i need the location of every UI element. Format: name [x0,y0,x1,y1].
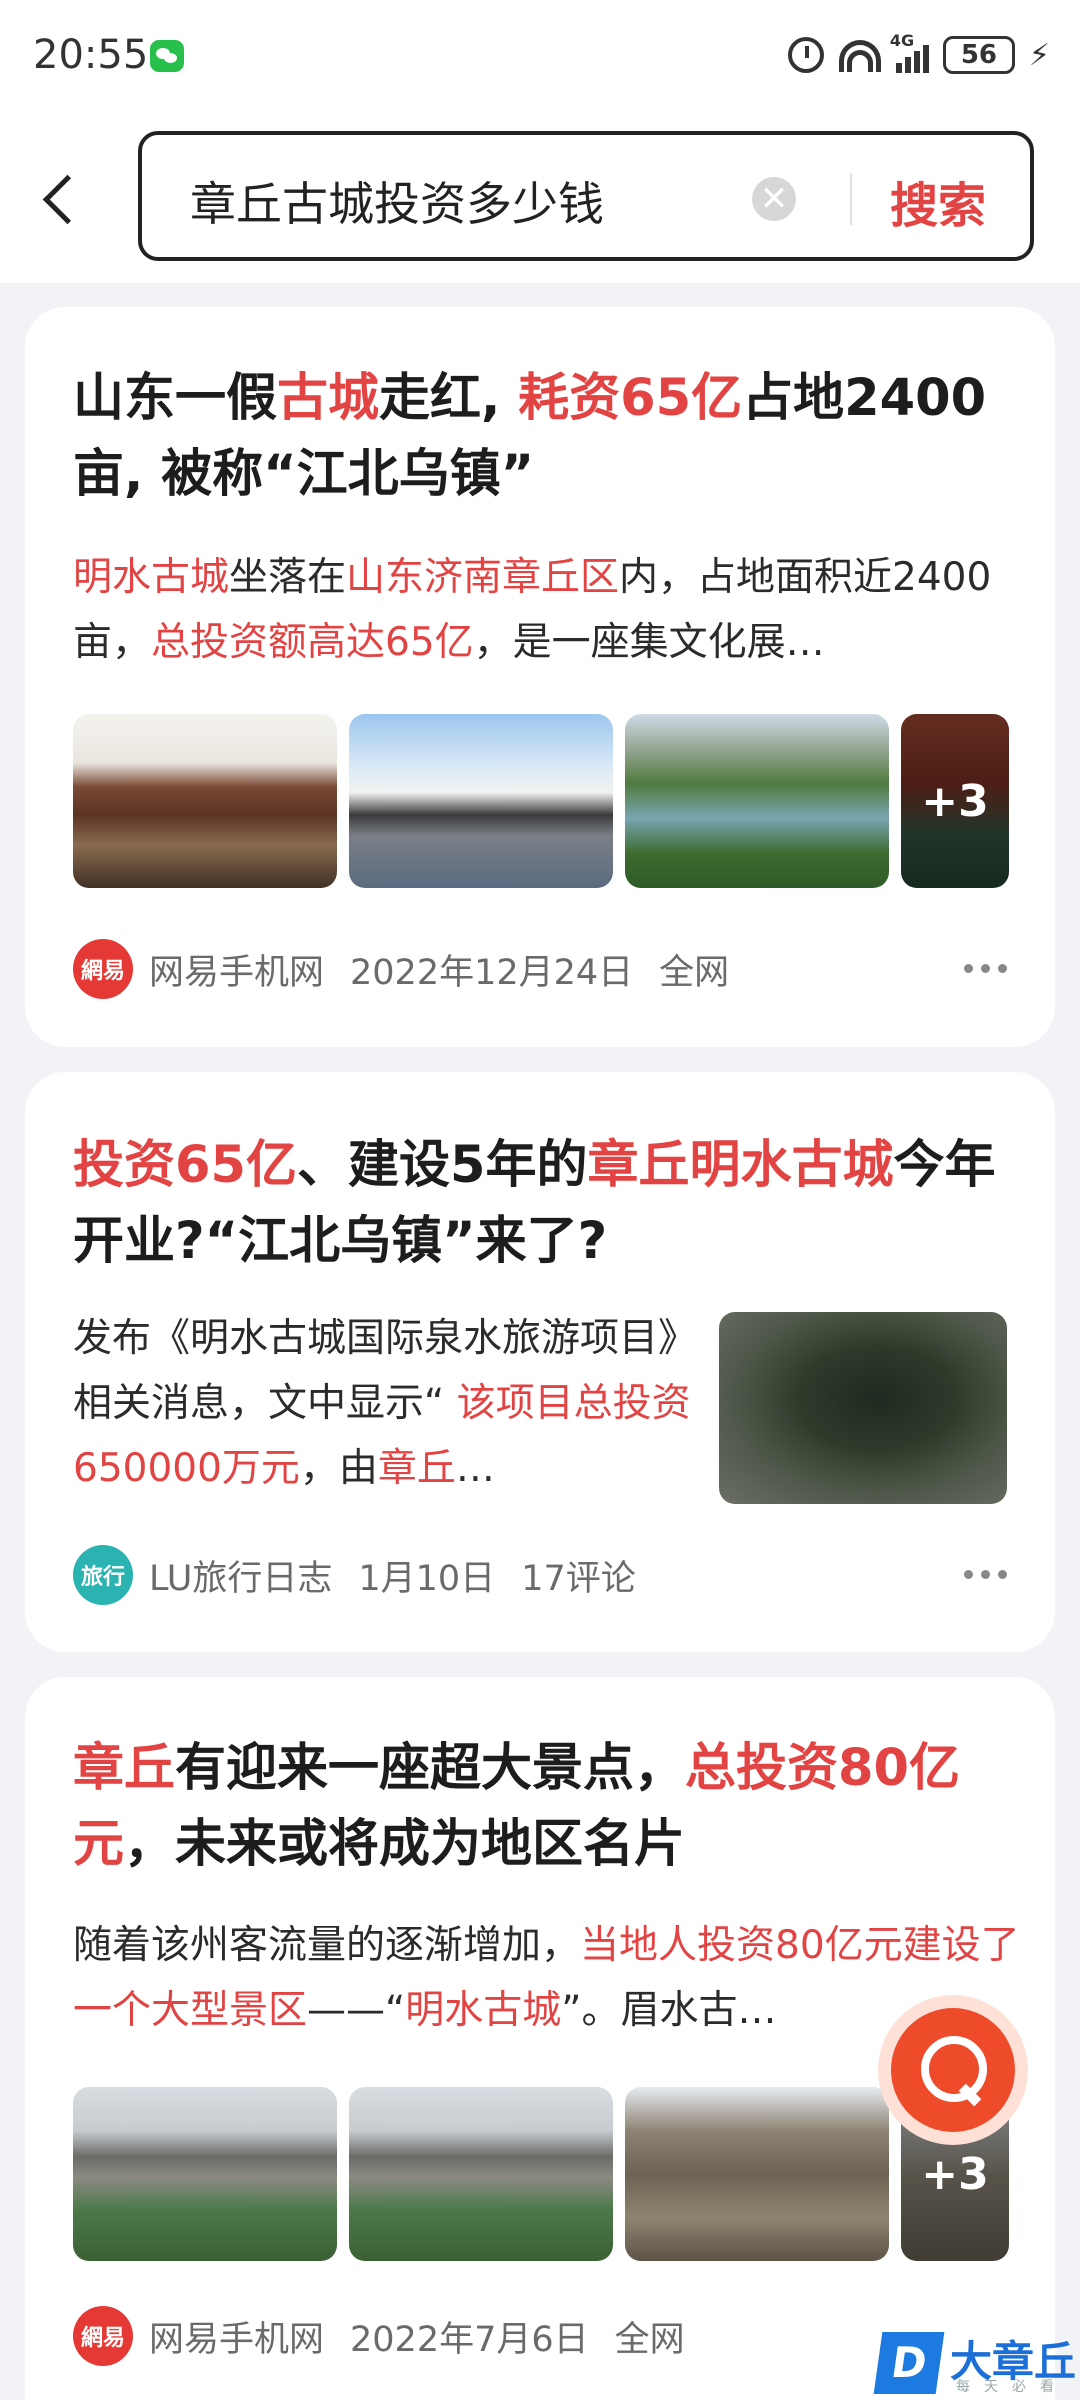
divider [850,173,852,225]
text-segment: ”。眉水古… [561,1988,777,2033]
scope-label: 全网 [659,952,730,993]
text-segment: ，是一座集文化展… [473,620,825,665]
thumbnail-aerial-lake[interactable] [625,714,889,888]
highlighted-term: 章丘 [73,1739,176,1798]
thumbnail-more[interactable]: +3 [901,714,1009,888]
search-header: 章丘古城投资多少钱 ✕ 搜索 [0,115,1080,283]
result-snippet: 发布《明水古城国际泉水旅游项目》相关消息，文中显示“ 该项目总投资650000万… [73,1306,693,1501]
publish-date: 1月10日 [358,1558,496,1599]
battery-level: 56 [942,36,1015,74]
wechat-notification-icon [150,40,184,72]
text-segment: 山东一假 [73,369,278,428]
thumbnail-city-wall[interactable] [73,2087,337,2261]
search-icon[interactable] [891,2008,1015,2132]
result-snippet: 明水古城坐落在山东济南章丘区内，占地面积近2400亩，总投资额高达65亿，是一座… [73,545,1023,675]
highlighted-term: 明水古城 [405,1988,562,2033]
result-meta: 網易 网易手机网 2022年7月6日 全网 [73,2306,685,2366]
highlighted-term: 投资65亿 [73,1136,297,1195]
highlighted-term: 章丘明水古城 [587,1136,894,1195]
source-logo: 網易 [73,939,133,999]
search-button[interactable]: 搜索 [890,166,986,236]
thumbnail-satellite[interactable] [719,1312,1007,1504]
image-strip[interactable]: +3 [73,714,1009,888]
more-options-icon[interactable] [964,964,1007,973]
source-name[interactable]: LU旅行日志 [149,1550,332,1601]
result-meta: 網易 网易手机网 2022年12月24日 全网 [73,939,729,999]
highlighted-term: 耗资65亿 [518,369,743,428]
text-segment: 随着该州客流量的逐渐增加， [73,1923,581,1968]
highlighted-term: 古城 [277,369,380,428]
status-icons: 4G 56 ⚡ [787,30,1050,80]
source-name[interactable]: 网易手机网 [149,2311,324,2362]
thumbnail-temple[interactable] [625,2087,889,2261]
result-title[interactable]: 山东一假古城走红, 耗资65亿占地2400亩, 被称“江北乌镇” [73,361,1023,513]
text-segment: 有迎来一座超大景点， [175,1739,686,1798]
thumbnail-waterfront[interactable] [349,714,613,888]
network-type: 4G [889,31,915,50]
text-segment: 、建设5年的 [296,1136,588,1195]
source-logo: 網易 [73,2306,133,2366]
highlighted-term: 山东济南章丘区 [346,555,620,600]
result-title[interactable]: 章丘有迎来一座超大景点，总投资80亿元，未来或将成为地区名片 [73,1731,1023,1883]
result-title[interactable]: 投资65亿、建设5年的章丘明水古城今年开业?“江北乌镇”来了? [73,1128,1023,1280]
watermark-mark: D [873,2332,945,2394]
comment-count: 17评论 [521,1558,636,1599]
scope-label: 全网 [614,2319,685,2360]
more-images-count[interactable]: +3 [901,714,1009,888]
text-segment: … [455,1446,495,1491]
text-segment: ——“ [307,1988,406,2033]
image-strip[interactable]: +3 [73,2087,1009,2261]
text-segment: ，未来或将成为地区名片 [124,1815,686,1874]
source-name[interactable]: 网易手机网 [149,944,324,995]
result-meta: 旅行 LU旅行日志 1月10日 17评论 [73,1545,636,1605]
watermark-logo: D 大章丘 每天必看 [873,2332,1080,2400]
clear-icon[interactable]: ✕ [752,177,796,221]
highlighted-term: 章丘 [377,1446,456,1491]
result-card[interactable]: 山东一假古城走红, 耗资65亿占地2400亩, 被称“江北乌镇” 明水古城坐落在… [25,307,1055,1047]
watermark-subtitle: 每天必看 [956,2379,1068,2395]
text-segment: ，由 [299,1446,378,1491]
result-card[interactable]: 投资65亿、建设5年的章丘明水古城今年开业?“江北乌镇”来了? 发布《明水古城国… [25,1072,1055,1652]
alarm-icon [787,37,824,73]
floating-search-button[interactable] [878,1995,1028,2145]
text-segment: 走红, [379,369,519,428]
back-icon[interactable] [40,172,88,228]
status-time: 20:55 [33,32,149,78]
wifi-icon [838,38,882,72]
more-options-icon[interactable] [964,1570,1007,1579]
search-input[interactable]: 章丘古城投资多少钱 ✕ 搜索 [138,131,1034,261]
publish-date: 2022年7月6日 [350,2319,589,2360]
thumbnail-gate[interactable] [73,714,337,888]
thumbnail-city-wall-2[interactable] [349,2087,613,2261]
status-bar: 20:55 4G 56 ⚡ [0,0,1080,115]
cellular-signal-icon: 4G [890,31,929,73]
search-query-text[interactable]: 章丘古城投资多少钱 [190,168,604,234]
text-segment: 坐落在 [229,555,347,600]
highlighted-term: 总投资额高达65亿 [151,620,474,665]
highlighted-term: 明水古城 [73,555,230,600]
publish-date: 2022年12月24日 [350,952,634,993]
result-snippet: 随着该州客流量的逐渐增加，当地人投资80亿元建设了一个大型景区——“明水古城”。… [73,1913,1028,2043]
charging-icon: ⚡ [1028,37,1050,73]
source-logo: 旅行 [73,1545,133,1605]
